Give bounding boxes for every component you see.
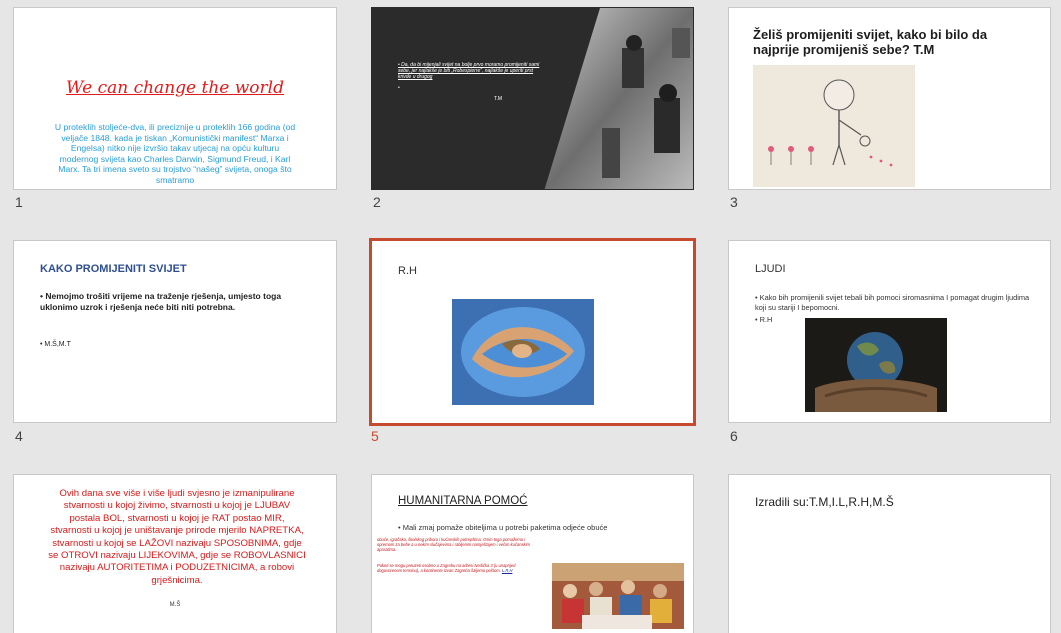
slide-thumbnail-6[interactable]: LJUDI • Kako bih promijenili svijet teba… [728, 240, 1051, 423]
slide-number: 3 [730, 194, 738, 210]
slide-number: 1 [15, 194, 23, 210]
slide-author: • M.Š,M.T [40, 341, 71, 348]
hands-globe-image [452, 299, 594, 405]
slide-number: 6 [730, 428, 738, 444]
slide-thumbnail-7[interactable]: Ovih dana sve više i više ljudi svjesno … [13, 474, 337, 633]
slide-title: Izradili su:T.M,I.L,R.H,M.Š [755, 495, 894, 509]
slide-thumbnail-5[interactable]: R.H [369, 238, 696, 426]
slide-bullet-text: • Da, da bi mijenjali svijet na bolje pr… [398, 62, 544, 80]
slide-small-text-2: Paketi se mogu preuzeti osobno u Zagrebu… [377, 563, 531, 573]
humanitarian-photo [552, 563, 684, 629]
slide-thumbnail-8[interactable]: HUMANITARNA POMOĆ • Mali zmaj pomaže obi… [371, 474, 694, 633]
slide-author: M.Š [169, 602, 181, 608]
slide-small-text: obuće, igračaka, školskog pribora i kuća… [377, 537, 530, 553]
slide-thumbnail-2[interactable]: • Da, da bi mijenjali svijet na bolje pr… [371, 7, 694, 190]
bullet-text: Nemojmo trošiti vrijeme na traženje rješ… [40, 291, 282, 312]
slide-author: T.M [494, 96, 503, 102]
slide-title: HUMANITARNA POMOĆ [398, 495, 528, 507]
slide-title: R.H [398, 265, 417, 277]
earth-in-hands-image [805, 318, 947, 412]
sketch-figure-image [753, 65, 915, 187]
slide-thumbnail-9[interactable]: Izradili su:T.M,I.L,R.H,M.Š [728, 474, 1051, 633]
slide-title: We can change the world [66, 78, 284, 98]
slide-title: LJUDI [755, 263, 786, 275]
slide-thumbnail-1[interactable]: We can change the world U proteklih stol… [13, 7, 337, 190]
bullet-text: Mali zmaj pomaže obiteljima u potrebi pa… [402, 523, 608, 532]
slide-bullet-text-2: • R.H [755, 315, 772, 324]
slide-bullet-text: • Mali zmaj pomaže obiteljima u potrebi … [398, 523, 688, 532]
slide-thumbnail-4[interactable]: KAKO PROMIJENITI SVIJET • Nemojmo trošit… [13, 240, 337, 423]
slide-title: Želiš promijeniti svijet, kako bi bilo d… [753, 27, 988, 57]
author-text: M.Š,M.T [44, 341, 71, 348]
bullet-text: R.H [759, 315, 773, 324]
bullet-text: Da, da bi mijenjali svijet na bolje prvo… [398, 62, 540, 80]
slide-number: 4 [15, 428, 23, 444]
slide-body-text: U proteklih stoljeće-dva, ili preciznije… [54, 122, 296, 185]
slide-thumbnail-3[interactable]: Želiš promijeniti svijet, kako bi bilo d… [728, 7, 1051, 190]
slide-number-selected: 5 [371, 428, 379, 444]
slide-body-text: Ovih dana sve više i više ljudi svjesno … [48, 488, 306, 586]
slide-title: KAKO PROMIJENITI SVIJET [40, 263, 187, 275]
small-text-author: L.R,H [501, 568, 513, 574]
small-text: Paketi se mogu preuzeti osobno u Zagrebu… [377, 563, 516, 574]
empty-bullet: • [398, 85, 400, 91]
slide-number: 2 [373, 194, 381, 210]
slide-bullet-text: • Kako bih promijenili svijet tebali bih… [755, 293, 1035, 312]
slide-bullet-text: • Nemojmo trošiti vrijeme na traženje rj… [40, 291, 320, 312]
bullet-text: Kako bih promijenili svijet tebali bih p… [755, 293, 1030, 312]
black-white-photo [544, 8, 693, 189]
